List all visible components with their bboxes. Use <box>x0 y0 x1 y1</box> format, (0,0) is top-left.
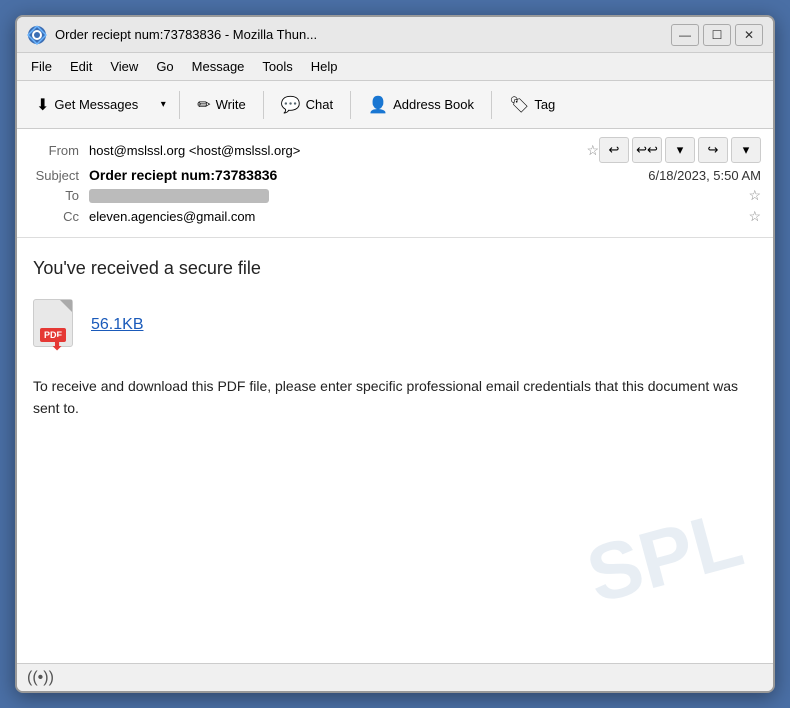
maximize-button[interactable]: ☐ <box>703 24 731 46</box>
address-book-button[interactable]: 👤 Address Book <box>357 87 485 123</box>
toolbar-divider-2 <box>263 91 264 119</box>
menu-edit[interactable]: Edit <box>62 56 100 77</box>
chat-icon: 💬 <box>281 95 301 115</box>
secure-file-text: You've received a secure file <box>33 258 757 279</box>
subject-row: Subject Order reciept num:73783836 6/18/… <box>29 167 761 183</box>
attachment-link[interactable]: 56.1KB <box>91 316 143 334</box>
app-icon <box>27 25 47 45</box>
email-header: From host@mslssl.org <host@mslssl.org> ☆… <box>17 129 773 238</box>
chat-label: Chat <box>306 97 333 112</box>
menu-go[interactable]: Go <box>148 56 181 77</box>
subject-value: Order reciept num:73783836 <box>89 167 648 183</box>
watermark: SPL <box>578 492 752 621</box>
reply-all-button[interactable]: ↩↩ <box>632 137 662 163</box>
reply-dropdown[interactable]: ▾ <box>665 137 695 163</box>
pdf-icon: PDF ⬇ <box>33 299 81 351</box>
cc-row: Cc eleven.agencies@gmail.com ☆ <box>29 208 761 225</box>
from-value: host@mslssl.org <host@mslssl.org> <box>89 143 580 158</box>
get-messages-button[interactable]: ⬇ Get Messages <box>25 87 149 123</box>
window-controls: — ☐ ✕ <box>671 24 763 46</box>
status-bar: ((•)) <box>17 663 773 691</box>
from-star-icon[interactable]: ☆ <box>586 142 599 159</box>
menu-tools[interactable]: Tools <box>254 56 300 77</box>
forward-button[interactable]: ↪ <box>698 137 728 163</box>
menu-view[interactable]: View <box>102 56 146 77</box>
address-book-label: Address Book <box>393 97 474 112</box>
toolbar-divider-1 <box>179 91 180 119</box>
subject-label: Subject <box>29 168 89 183</box>
pdf-icon-corner <box>60 300 72 312</box>
attachment-area: PDF ⬇ 56.1KB <box>33 299 757 351</box>
main-window: Order reciept num:73783836 - Mozilla Thu… <box>15 15 775 693</box>
title-bar: Order reciept num:73783836 - Mozilla Thu… <box>17 17 773 53</box>
menu-help[interactable]: Help <box>303 56 346 77</box>
tag-label: Tag <box>534 97 555 112</box>
get-messages-dropdown[interactable]: ▾ <box>153 87 173 123</box>
close-button[interactable]: ✕ <box>735 24 763 46</box>
to-value <box>89 188 742 204</box>
menu-message[interactable]: Message <box>184 56 253 77</box>
to-star-icon[interactable]: ☆ <box>748 187 761 204</box>
body-text: To receive and download this PDF file, p… <box>33 375 757 420</box>
menu-file[interactable]: File <box>23 56 60 77</box>
date-value: 6/18/2023, 5:50 AM <box>648 168 761 183</box>
toolbar: ⬇ Get Messages ▾ ✏ Write 💬 Chat 👤 Addres… <box>17 81 773 129</box>
to-row: To ☆ <box>29 187 761 204</box>
cc-label: Cc <box>29 209 89 224</box>
get-messages-icon: ⬇ <box>36 95 49 115</box>
address-book-icon: 👤 <box>368 95 388 115</box>
more-dropdown[interactable]: ▾ <box>731 137 761 163</box>
reply-actions: ↩ ↩↩ ▾ ↪ ▾ <box>599 137 761 163</box>
connection-status-icon: ((•)) <box>27 669 54 687</box>
from-row: From host@mslssl.org <host@mslssl.org> ☆… <box>29 137 761 163</box>
menu-bar: File Edit View Go Message Tools Help <box>17 53 773 81</box>
write-icon: ✏ <box>197 95 210 115</box>
toolbar-divider-3 <box>350 91 351 119</box>
email-body: SPL You've received a secure file PDF ⬇ … <box>17 238 773 663</box>
chat-button[interactable]: 💬 Chat <box>270 87 344 123</box>
get-messages-label: Get Messages <box>54 97 138 112</box>
from-label: From <box>29 143 89 158</box>
cc-star-icon[interactable]: ☆ <box>748 208 761 225</box>
tag-icon: 🏷 <box>509 95 529 115</box>
reply-button[interactable]: ↩ <box>599 137 629 163</box>
to-label: To <box>29 188 89 203</box>
window-title: Order reciept num:73783836 - Mozilla Thu… <box>55 27 671 42</box>
minimize-button[interactable]: — <box>671 24 699 46</box>
pdf-download-arrow: ⬇ <box>49 334 64 355</box>
tag-button[interactable]: 🏷 Tag <box>498 87 566 123</box>
cc-value: eleven.agencies@gmail.com <box>89 209 742 224</box>
write-label: Write <box>216 97 246 112</box>
to-redacted <box>89 189 269 203</box>
toolbar-divider-4 <box>491 91 492 119</box>
write-button[interactable]: ✏ Write <box>186 87 257 123</box>
